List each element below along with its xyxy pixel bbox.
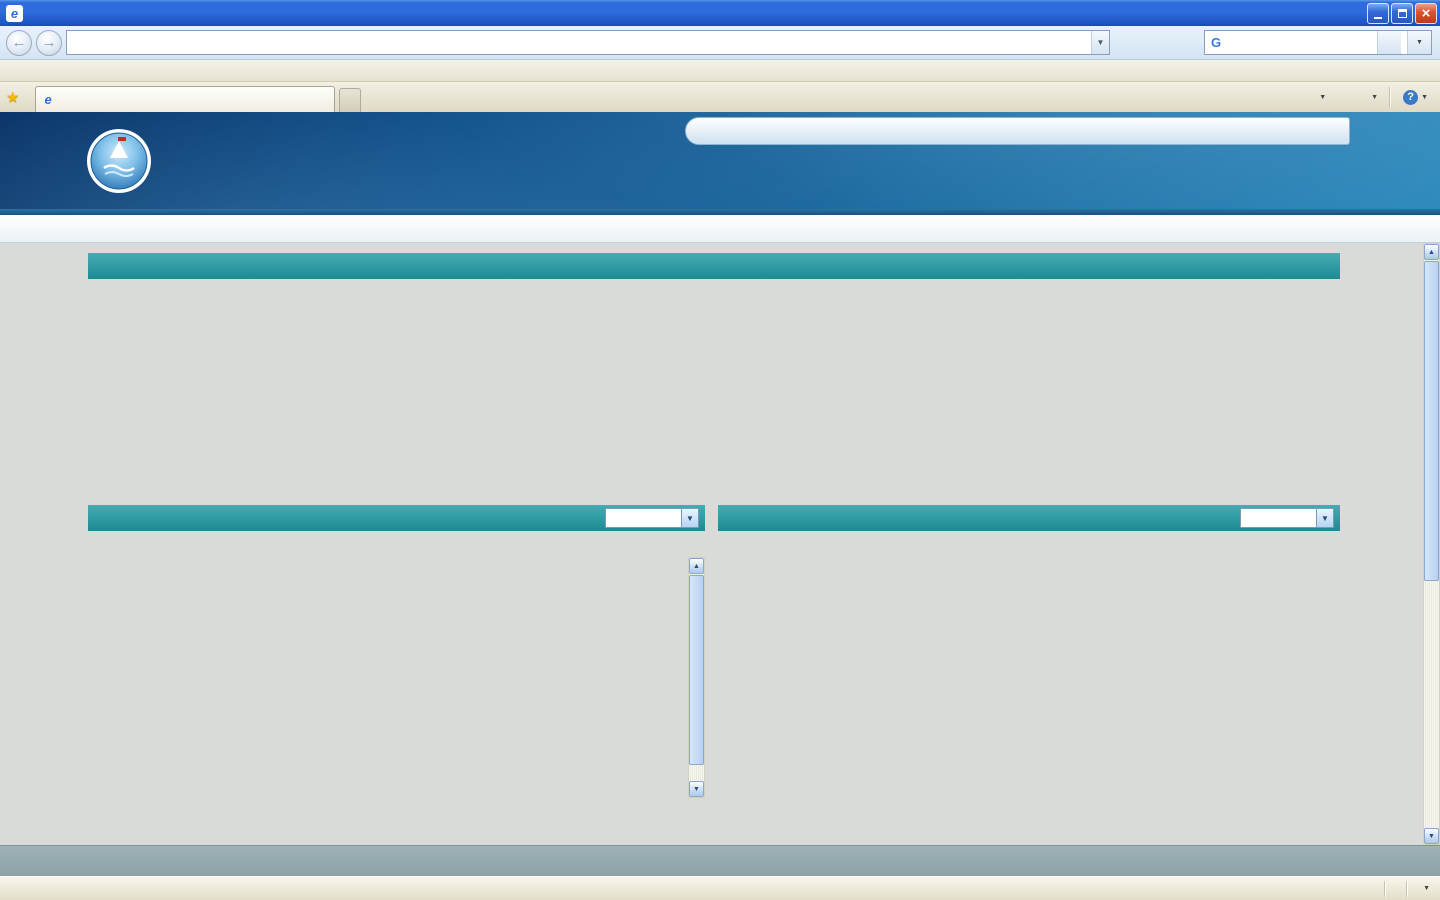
search-go-button[interactable]: [1377, 31, 1401, 54]
table-panel-header: ▼: [88, 505, 705, 531]
print-button[interactable]: ▼: [1362, 91, 1384, 104]
table-scrollbar[interactable]: ▲ ▼: [688, 557, 705, 798]
address-bar: ← → ▼ G ▼: [0, 26, 1440, 60]
compatibility-view-button[interactable]: [1114, 30, 1140, 56]
stop-button[interactable]: [1174, 30, 1200, 56]
table-dropdown-value: [606, 509, 681, 527]
status-bar: ▼: [0, 876, 1440, 900]
line-panel-dropdown[interactable]: ▼: [1240, 508, 1334, 528]
table-scroll-up-icon[interactable]: ▲: [689, 558, 704, 574]
status-separator: [1384, 881, 1385, 897]
favorites-star-icon[interactable]: ★: [6, 88, 19, 106]
read-mail-button[interactable]: [1348, 94, 1360, 100]
app-header: [0, 112, 1440, 215]
search-options-button[interactable]: ▼: [1407, 31, 1431, 54]
welcome-strip: [685, 117, 1350, 145]
table-panel-dropdown[interactable]: ▼: [605, 508, 699, 528]
back-button[interactable]: ←: [6, 30, 32, 56]
browser-toolbar: ▼ ▼ ?▼: [1310, 87, 1434, 108]
line-dropdown-value: [1241, 509, 1316, 527]
content-scrollbar[interactable]: ▲ ▼: [1423, 243, 1440, 845]
logout-icon[interactable]: [1239, 122, 1257, 140]
browser-window: e × ← → ▼ G ▼ ★ e: [0, 0, 1440, 900]
home-icon[interactable]: [1209, 122, 1227, 140]
new-tab-button[interactable]: [339, 88, 361, 112]
close-button[interactable]: ×: [1415, 3, 1437, 24]
page-footer: [0, 845, 1440, 876]
bar-panel-header: [88, 253, 1340, 279]
line-chart-panel: ▼: [718, 505, 1340, 815]
status-separator-2: [1406, 881, 1407, 897]
minimize-button[interactable]: [1367, 3, 1389, 24]
sub-menu: [0, 215, 1440, 243]
search-box[interactable]: G ▼: [1204, 30, 1432, 55]
maximize-button[interactable]: [1391, 3, 1413, 24]
line-chart-legend: [718, 531, 1340, 559]
help-icon: ?: [1403, 90, 1418, 105]
feeds-button[interactable]: [1334, 94, 1346, 100]
title-bar: e ×: [0, 0, 1440, 26]
google-icon: G: [1211, 35, 1221, 50]
favorites-bar: ★ e ▼ ▼ ?▼: [0, 82, 1440, 112]
browser-tab[interactable]: e: [35, 86, 335, 112]
content-scroll-thumb[interactable]: [1424, 261, 1439, 581]
bar-chart-body: [88, 279, 1340, 493]
address-field[interactable]: ▼: [66, 30, 1110, 55]
line-panel-header: ▼: [718, 505, 1340, 531]
zoom-control[interactable]: ▼: [1415, 885, 1436, 892]
address-dropdown-icon[interactable]: ▼: [1091, 31, 1109, 54]
main-content: ▼ ▲ ▼ ▼: [0, 243, 1440, 845]
tab-favicon-icon: e: [44, 92, 51, 107]
menu-bar: [0, 60, 1440, 82]
content-scroll-up-icon[interactable]: ▲: [1424, 244, 1439, 260]
toolbar-separator: [1389, 87, 1390, 107]
forward-button[interactable]: →: [36, 30, 62, 56]
bar-chart-panel: [88, 253, 1340, 493]
content-scroll-down-icon[interactable]: ▼: [1424, 828, 1439, 844]
home-button[interactable]: ▼: [1310, 91, 1332, 104]
line-dropdown-arrow-icon[interactable]: ▼: [1316, 509, 1333, 527]
help-button[interactable]: ?▼: [1397, 87, 1434, 108]
table-scroll-down-icon[interactable]: ▼: [689, 781, 704, 797]
favorites-button[interactable]: [23, 94, 31, 100]
table-dropdown-arrow-icon[interactable]: ▼: [681, 509, 698, 527]
ie-logo-icon: e: [6, 5, 23, 22]
app-logo: [86, 128, 152, 194]
table-scroll-thumb[interactable]: [689, 575, 704, 765]
line-chart-body: [718, 559, 1340, 815]
refresh-button[interactable]: [1144, 30, 1170, 56]
window-controls: ×: [1365, 3, 1437, 24]
table-panel: ▼ ▲ ▼: [88, 505, 705, 531]
